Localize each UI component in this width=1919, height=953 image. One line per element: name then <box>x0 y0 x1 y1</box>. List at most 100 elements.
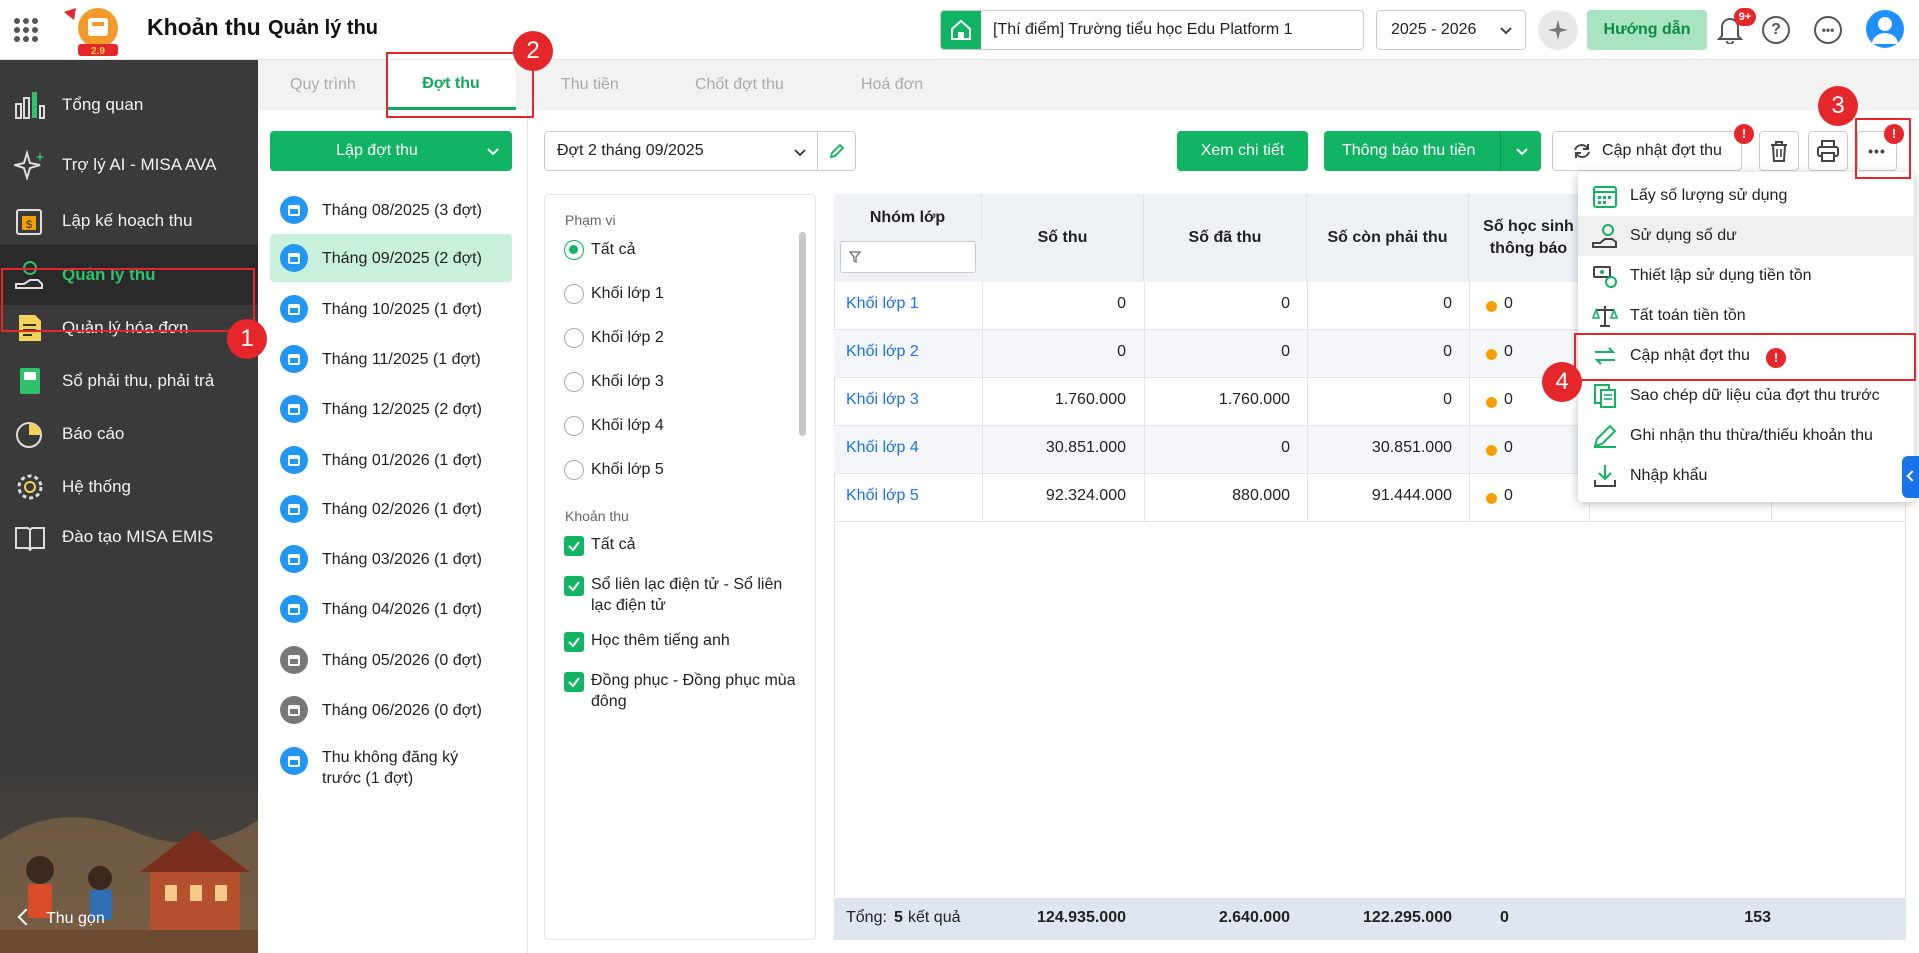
scope-radio[interactable] <box>564 284 584 304</box>
month-item[interactable]: Tháng 10/2025 (1 đợt) <box>270 285 512 333</box>
print-button[interactable] <box>1808 131 1848 171</box>
app-name: Khoản thu <box>147 14 261 40</box>
sidebar-item-reports[interactable]: Báo cáo <box>0 404 258 464</box>
tab-collect-money[interactable]: Thu tiền <box>561 76 619 94</box>
group-link[interactable]: Khối lớp 2 <box>846 343 919 361</box>
collected-cell: 0 <box>1281 295 1290 312</box>
scope-option-label: Khối lớp 2 <box>591 329 664 346</box>
collected-cell: 880.000 <box>1232 487 1290 504</box>
trash-icon <box>1771 141 1787 162</box>
ai-sparkle-icon[interactable] <box>1538 10 1578 50</box>
help-icon[interactable]: ? <box>1762 16 1790 44</box>
month-item[interactable]: Tháng 06/2026 (0 đợt) <box>270 686 512 734</box>
side-drawer-toggle[interactable] <box>1902 456 1919 498</box>
fee-checkbox[interactable] <box>564 632 584 652</box>
filter-panel <box>544 194 816 940</box>
chevron-down-icon <box>794 149 806 157</box>
calendar-icon <box>280 244 308 272</box>
scope-radio[interactable] <box>564 372 584 392</box>
update-period-button[interactable]: Cập nhật đợt thu <box>1552 131 1742 171</box>
sidebar-item-label: Tổng quan <box>62 95 144 114</box>
month-item[interactable]: Tháng 03/2026 (1 đợt) <box>270 535 512 583</box>
chevron-down-icon[interactable] <box>1515 144 1529 158</box>
pie-chart-icon <box>16 422 42 448</box>
app-grid-icon[interactable] <box>14 18 38 42</box>
month-item[interactable]: Tháng 02/2026 (1 đợt) <box>270 485 512 533</box>
menu-item[interactable]: Nhập khẩu <box>1578 456 1914 496</box>
school-year-select[interactable]: 2025 - 2026 <box>1376 10 1526 50</box>
footer-students: 0 <box>1500 909 1509 926</box>
filter-scrollbar[interactable] <box>799 232 806 436</box>
money-settings-icon <box>1592 263 1618 289</box>
remaining-cell: 0 <box>1443 391 1452 408</box>
menu-item[interactable]: Sử dụng số dư <box>1578 216 1914 256</box>
more-options-icon[interactable]: ••• <box>1814 16 1842 44</box>
month-item[interactable]: Tháng 01/2026 (1 đợt) <box>270 436 512 484</box>
group-link[interactable]: Khối lớp 3 <box>846 391 919 409</box>
notification-bell-icon[interactable]: 9+ <box>1716 8 1756 45</box>
month-item[interactable]: Thu không đăng ký trước (1 đợt) <box>270 737 512 803</box>
group-link[interactable]: Khối lớp 4 <box>846 439 919 457</box>
cell-divider <box>1307 378 1308 426</box>
tab-close-period[interactable]: Chốt đợt thu <box>695 76 784 94</box>
scope-radio[interactable] <box>564 328 584 348</box>
month-item[interactable]: Tháng 08/2025 (3 đợt) <box>270 186 512 234</box>
sidebar-item-ledger[interactable]: Sổ phải thu, phải trả <box>0 351 258 411</box>
scope-option-label: Khối lớp 4 <box>591 417 664 434</box>
sidebar-item-label: Lập kế hoạch thu <box>62 211 193 230</box>
group-link[interactable]: Khối lớp 5 <box>846 487 919 505</box>
delete-button[interactable] <box>1759 131 1799 171</box>
scope-radio[interactable] <box>564 416 584 436</box>
calendar-icon <box>280 446 308 474</box>
menu-item[interactable]: Lấy số lượng sử dụng <box>1578 176 1914 216</box>
month-label: Tháng 04/2026 (1 đợt) <box>322 600 482 618</box>
calendar-icon <box>280 646 308 674</box>
calendar-icon <box>280 395 308 423</box>
month-item[interactable]: Tháng 12/2025 (2 đợt) <box>270 385 512 433</box>
scope-option-label: Tất cả <box>591 241 636 258</box>
chevron-down-icon[interactable] <box>486 144 500 158</box>
tab-invoice[interactable]: Hoá đơn <box>861 76 923 94</box>
sidebar-collapse-button[interactable]: Thu gọn <box>14 908 105 928</box>
month-item[interactable]: Tháng 05/2026 (0 đợt) <box>270 636 512 684</box>
menu-item[interactable]: Ghi nhận thu thừa/thiếu khoản thu <box>1578 416 1914 456</box>
menu-item[interactable]: Sao chép dữ liệu của đợt thu trước <box>1578 376 1914 416</box>
guide-button[interactable]: Hướng dẫn <box>1587 10 1707 50</box>
cell-divider <box>1307 282 1308 330</box>
fee-option-label: Học thêm tiếng anh <box>591 632 730 649</box>
month-item[interactable]: Tháng 04/2026 (1 đợt) <box>270 585 512 633</box>
create-period-button[interactable]: Lập đợt thu <box>270 131 512 171</box>
month-label: Tháng 09/2025 (2 đợt) <box>322 249 482 267</box>
tab-process[interactable]: Quy trình <box>290 76 356 94</box>
sidebar-item-ai-assistant[interactable]: Trợ lý AI - MISA AVA <box>0 135 258 195</box>
students-cell: 0 <box>1504 295 1513 312</box>
edit-period-button[interactable] <box>817 132 855 170</box>
sidebar-item-plan[interactable]: $ Lập kế hoạch thu <box>0 191 258 251</box>
user-avatar[interactable] <box>1866 10 1904 48</box>
menu-item[interactable]: Tất toán tiền tồn <box>1578 296 1914 336</box>
view-detail-button[interactable]: Xem chi tiết <box>1177 131 1308 171</box>
remaining-cell: 91.444.000 <box>1371 487 1452 504</box>
menu-item[interactable]: Thiết lập sử dụng tiền tồn <box>1578 256 1914 296</box>
period-select[interactable]: Đợt 2 tháng 09/2025 <box>544 131 856 171</box>
annotation-box-more <box>1855 118 1911 179</box>
notify-payment-button[interactable]: Thông báo thu tiền <box>1324 131 1541 171</box>
students-cell: 0 <box>1504 487 1513 504</box>
sidebar-item-training[interactable]: Đào tạo MISA EMIS <box>0 507 258 567</box>
col-header-remaining: Số còn phải thu <box>1307 194 1469 282</box>
menu-item-label: Sao chép dữ liệu của đợt thu trước <box>1630 387 1880 404</box>
scope-radio[interactable] <box>564 460 584 480</box>
month-item[interactable]: Tháng 11/2025 (1 đợt) <box>270 335 512 383</box>
school-selector[interactable]: [Thí điểm] Trường tiểu học Edu Platform … <box>940 10 1364 50</box>
group-link[interactable]: Khối lớp 1 <box>846 295 919 313</box>
footer-remaining: 122.295.000 <box>1363 909 1452 926</box>
sidebar-item-label: Trợ lý AI - MISA AVA <box>62 155 217 174</box>
sidebar-item-overview[interactable]: Tổng quan <box>0 75 258 135</box>
month-item[interactable]: Tháng 09/2025 (2 đợt) <box>270 234 512 282</box>
fee-checkbox[interactable] <box>564 536 584 556</box>
scope-radio[interactable] <box>564 240 584 260</box>
fee-checkbox[interactable] <box>564 672 584 692</box>
footer-total-count: 5 <box>894 909 903 926</box>
group-filter-input[interactable] <box>840 241 976 273</box>
fee-checkbox[interactable] <box>564 576 584 596</box>
